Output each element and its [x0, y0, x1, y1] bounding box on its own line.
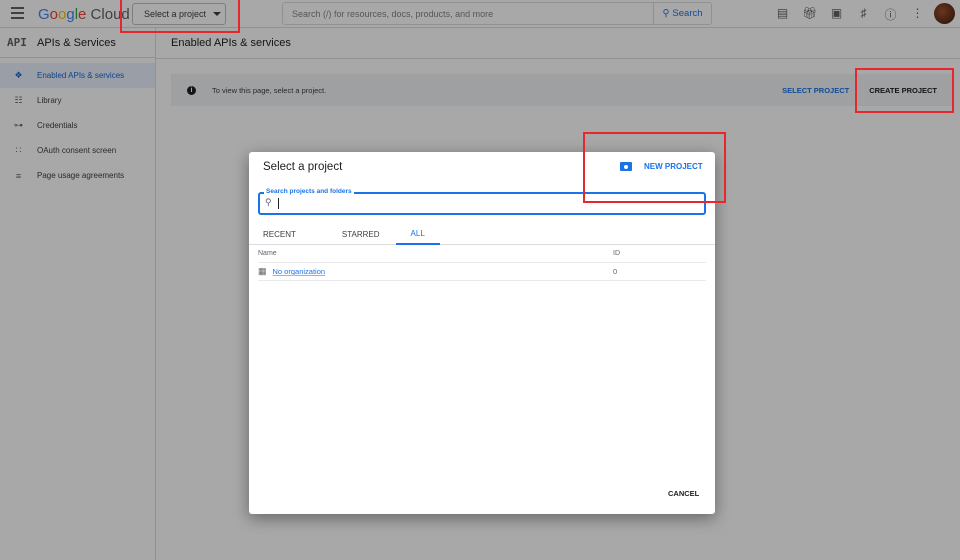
cancel-button[interactable]: CANCEL — [668, 489, 699, 498]
annotation-box-create-project — [855, 68, 954, 113]
annotation-box-project-selector — [120, 0, 240, 33]
tab-all[interactable]: ALL — [395, 223, 440, 245]
text-cursor — [278, 198, 279, 209]
dialog-title: Select a project — [263, 161, 343, 173]
tab-starred[interactable]: STARRED — [310, 223, 394, 245]
select-project-dialog: Select a project NEW PROJECT Search proj… — [249, 152, 715, 514]
organization-link[interactable]: No organization — [273, 267, 326, 276]
annotation-box-new-project — [583, 132, 726, 203]
building-icon: ▦ — [258, 266, 267, 276]
tab-recent[interactable]: RECENT — [249, 223, 310, 245]
table-row[interactable]: ▦ No organization 0 — [258, 263, 706, 281]
table-header: Name ID — [258, 245, 706, 263]
tab-bar: RECENT STARRED ALL — [249, 223, 715, 245]
search-icon: ⚲ — [265, 197, 272, 207]
